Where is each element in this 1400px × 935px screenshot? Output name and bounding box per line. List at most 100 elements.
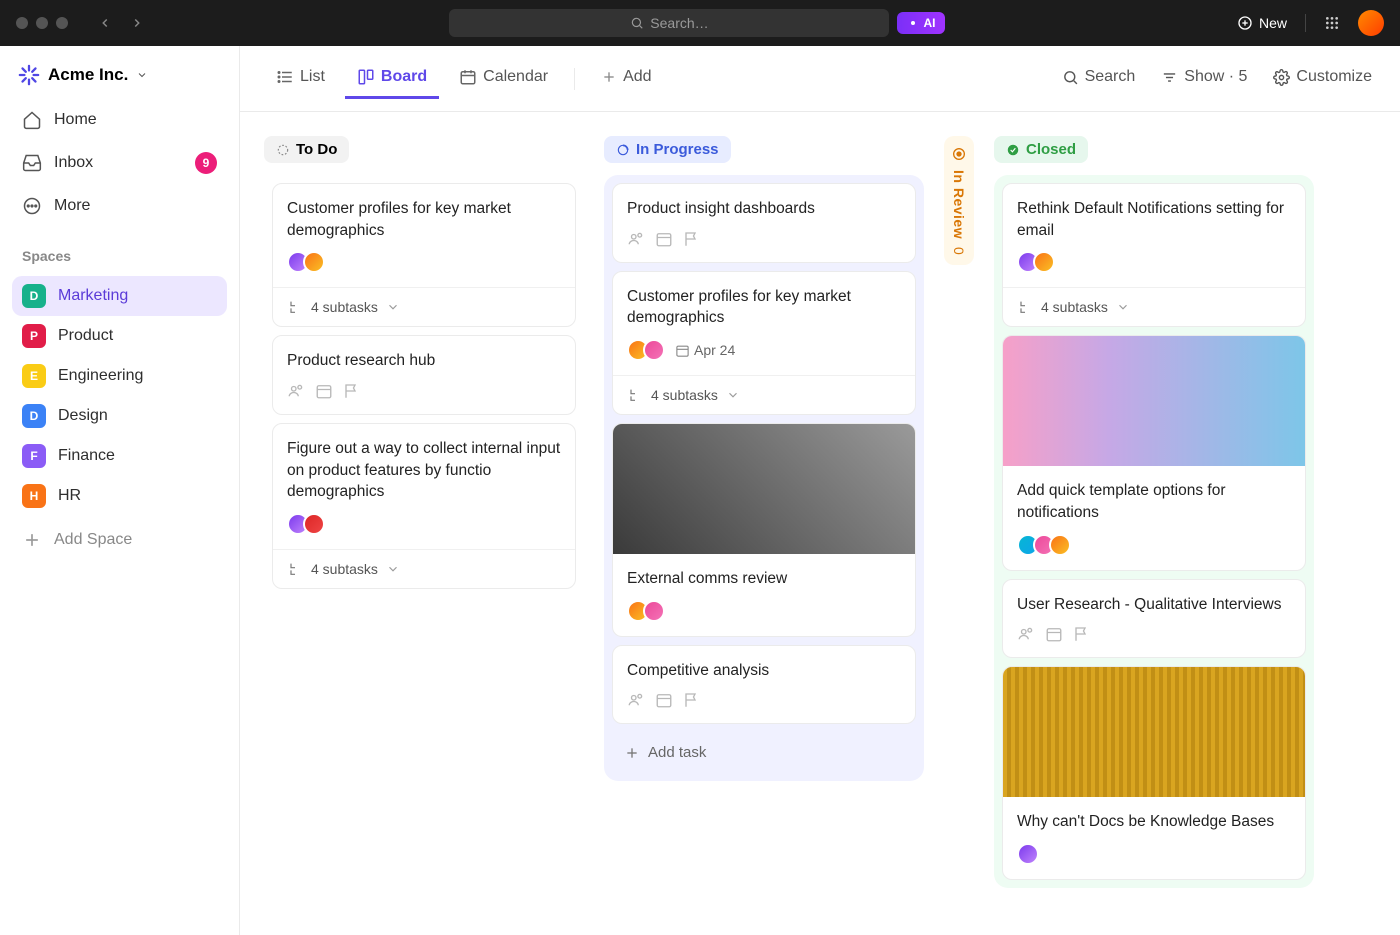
user-avatar[interactable] (1358, 10, 1384, 36)
assignee-icon[interactable] (627, 230, 645, 248)
forward-button[interactable] (130, 9, 158, 37)
space-item-hr[interactable]: HHR (12, 476, 227, 516)
task-card[interactable]: Product research hub (272, 335, 576, 415)
chevron-down-icon (1116, 300, 1130, 314)
search-placeholder: Search… (650, 15, 708, 31)
window-controls (16, 17, 68, 29)
space-item-finance[interactable]: FFinance (12, 436, 227, 476)
card-date: Apr 24 (675, 342, 735, 358)
task-card[interactable]: External comms review (612, 423, 916, 637)
avatar (303, 513, 325, 535)
chevron-down-icon (386, 562, 400, 576)
board-area: To Do Customer profiles for key market d… (240, 112, 1400, 935)
flag-icon[interactable] (343, 382, 361, 400)
column-header-closed[interactable]: Closed (994, 136, 1088, 163)
add-space-button[interactable]: Add Space (12, 522, 227, 558)
avatar (303, 251, 325, 273)
toolbar-search[interactable]: Search (1058, 64, 1140, 93)
task-card[interactable]: Customer profiles for key market demogra… (272, 183, 576, 327)
assignee-icon[interactable] (287, 382, 305, 400)
space-badge: H (22, 484, 46, 508)
sidebar: Acme Inc. Home Inbox 9 More Spaces DMark… (0, 46, 240, 935)
avatar-stack[interactable] (287, 251, 325, 273)
nav-inbox[interactable]: Inbox 9 (12, 144, 227, 182)
column-header-inprogress[interactable]: In Progress (604, 136, 731, 163)
flag-icon[interactable] (1073, 625, 1091, 643)
space-item-engineering[interactable]: EEngineering (12, 356, 227, 396)
space-item-product[interactable]: PProduct (12, 316, 227, 356)
space-badge: D (22, 284, 46, 308)
avatar-stack[interactable] (1017, 843, 1039, 865)
view-add[interactable]: Add (589, 58, 663, 99)
task-card[interactable]: Add quick template options for notificat… (1002, 335, 1306, 570)
minimize-dot[interactable] (36, 17, 48, 29)
space-name: Design (58, 407, 108, 425)
task-card[interactable]: Customer profiles for key market demogra… (612, 271, 916, 415)
card-image (1003, 336, 1305, 466)
avatar (643, 600, 665, 622)
card-title: Product insight dashboards (627, 198, 901, 220)
flag-icon[interactable] (683, 230, 701, 248)
workspace-switcher[interactable]: Acme Inc. (12, 64, 227, 96)
space-badge: P (22, 324, 46, 348)
toolbar-show[interactable]: Show · 5 (1157, 64, 1251, 93)
avatar-stack[interactable] (1017, 251, 1055, 273)
add-task-button[interactable]: Add task (612, 732, 916, 773)
card-image (1003, 667, 1305, 797)
global-search[interactable]: Search… (449, 9, 889, 37)
nav-more[interactable]: More (12, 188, 227, 224)
column-inprogress: In Progress Product insight dashboards C… (604, 136, 924, 781)
card-title: Customer profiles for key market demogra… (627, 286, 901, 329)
nav-home[interactable]: Home (12, 102, 227, 138)
space-item-marketing[interactable]: DMarketing (12, 276, 227, 316)
column-header-todo[interactable]: To Do (264, 136, 349, 163)
assignee-icon[interactable] (1017, 625, 1035, 643)
subtasks-toggle[interactable]: 4 subtasks (613, 375, 915, 414)
space-item-design[interactable]: DDesign (12, 396, 227, 436)
card-title: Why can't Docs be Knowledge Bases (1017, 811, 1291, 833)
assignee-icon[interactable] (627, 691, 645, 709)
subtasks-icon (1017, 299, 1033, 315)
ai-button[interactable]: AI (897, 12, 945, 34)
task-card[interactable]: Rethink Default Notifications setting fo… (1002, 183, 1306, 327)
task-card[interactable]: User Research - Qualitative Interviews (1002, 579, 1306, 659)
task-card[interactable]: Figure out a way to collect internal inp… (272, 423, 576, 589)
subtasks-icon (287, 561, 303, 577)
card-title: Rethink Default Notifications setting fo… (1017, 198, 1291, 241)
avatar-stack[interactable] (627, 339, 665, 361)
new-button[interactable]: New (1237, 15, 1287, 31)
subtasks-icon (287, 299, 303, 315)
inbox-badge: 9 (195, 152, 217, 174)
date-icon[interactable] (655, 691, 673, 709)
space-name: Finance (58, 447, 115, 465)
view-toolbar: List Board Calendar Add Search (240, 46, 1400, 112)
card-title: User Research - Qualitative Interviews (1017, 594, 1291, 616)
subtasks-toggle[interactable]: 4 subtasks (273, 287, 575, 326)
column-inreview-collapsed[interactable]: In Review 0 (944, 136, 974, 265)
date-icon[interactable] (315, 382, 333, 400)
avatar-stack[interactable] (627, 600, 665, 622)
view-calendar[interactable]: Calendar (447, 58, 560, 99)
subtasks-toggle[interactable]: 4 subtasks (1003, 287, 1305, 326)
date-icon[interactable] (1045, 625, 1063, 643)
apps-grid-icon[interactable] (1324, 15, 1340, 31)
flag-icon[interactable] (683, 691, 701, 709)
space-name: Engineering (58, 367, 143, 385)
date-icon[interactable] (655, 230, 673, 248)
zoom-dot[interactable] (56, 17, 68, 29)
card-title: Figure out a way to collect internal inp… (287, 438, 561, 503)
subtasks-toggle[interactable]: 4 subtasks (273, 549, 575, 588)
view-board[interactable]: Board (345, 58, 439, 99)
task-card[interactable]: Product insight dashboards (612, 183, 916, 263)
task-card[interactable]: Competitive analysis (612, 645, 916, 725)
view-list[interactable]: List (264, 58, 337, 99)
column-closed: Closed Rethink Default Notifications set… (994, 136, 1314, 888)
avatar-stack[interactable] (287, 513, 325, 535)
back-button[interactable] (98, 9, 126, 37)
toolbar-customize[interactable]: Customize (1269, 64, 1376, 93)
column-todo: To Do Customer profiles for key market d… (264, 136, 584, 597)
avatar (643, 339, 665, 361)
avatar-stack[interactable] (1017, 534, 1071, 556)
task-card[interactable]: Why can't Docs be Knowledge Bases (1002, 666, 1306, 880)
close-dot[interactable] (16, 17, 28, 29)
